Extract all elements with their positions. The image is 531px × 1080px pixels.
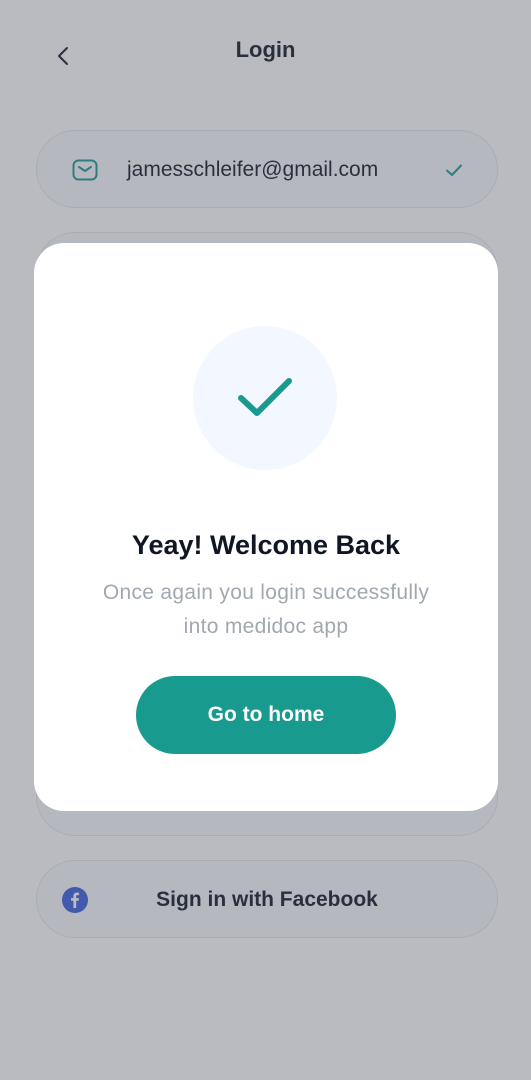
success-badge [193, 326, 337, 470]
modal-message-line: Once again you login successfully [102, 581, 430, 604]
success-modal: Yeay! Welcome Back Once again you login … [34, 243, 498, 811]
modal-title: Yeay! Welcome Back [131, 530, 401, 560]
check-icon [238, 378, 292, 416]
modal-message: Once again you login successfully into m… [64, 576, 468, 644]
modal-message-line: into medidoc app [183, 615, 349, 638]
go-to-home-button[interactable]: Go to home [136, 676, 396, 754]
